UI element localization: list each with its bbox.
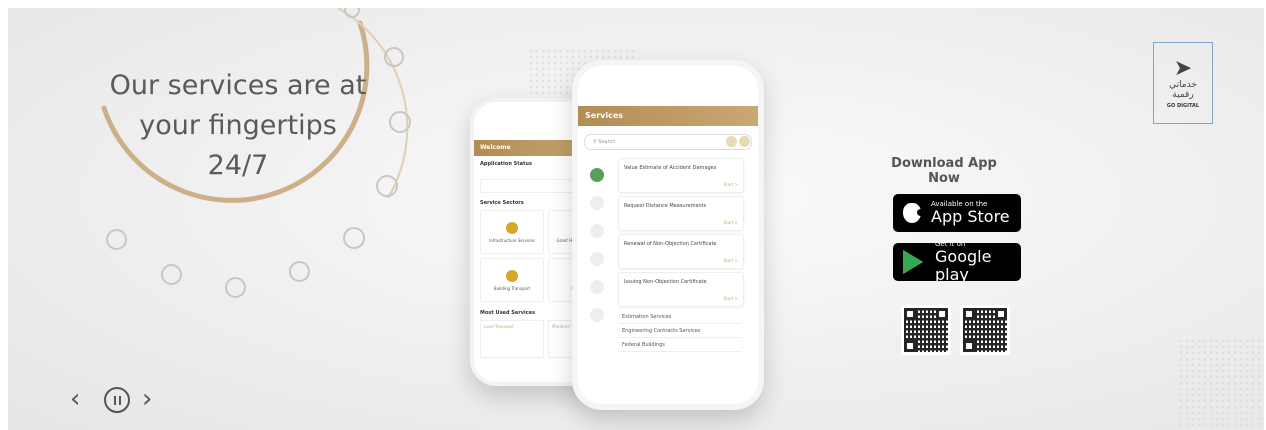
mic-icon[interactable]	[739, 136, 750, 147]
hero-banner: Our services are at your fingertips 24/7…	[8, 8, 1264, 430]
cursor-icon: ➤	[1173, 55, 1193, 81]
phone-header: Services	[578, 106, 758, 126]
category-rail	[586, 168, 608, 336]
dot-pattern-right	[1178, 338, 1264, 428]
service-card[interactable]: Value Estimate of Accident Damages Start …	[618, 158, 744, 193]
service-title: Value Estimate of Accident Damages	[624, 165, 717, 171]
hero-headline: Our services are at your fingertips 24/7	[98, 66, 378, 186]
app-store-button[interactable]: Available on the App Store	[893, 194, 1021, 232]
start-link[interactable]: Start >	[724, 182, 738, 187]
service-card[interactable]: Renewal of Non-Objection Certificate Star…	[618, 234, 744, 269]
service-section[interactable]: Estimation Services	[618, 310, 742, 324]
service-section[interactable]: Engineering Contracts Services	[618, 324, 742, 338]
phone-mockup-front: Services ⚲ Search Value Estimate of Acci…	[572, 60, 764, 410]
logo-arabic: خدماتي	[1169, 79, 1197, 90]
most-used-label: Land Transport	[484, 324, 514, 329]
qr-code-google-play[interactable]	[960, 305, 1010, 355]
search-icon: ⚲	[593, 139, 597, 145]
logo-arabic: رقمية	[1172, 89, 1194, 100]
decorative-ring	[289, 261, 310, 282]
decorative-ring	[384, 47, 404, 67]
service-section[interactable]: Federal Buildings	[618, 338, 742, 352]
chevron-left-icon[interactable]: ‹	[70, 386, 80, 412]
most-used-card[interactable]: Land Transport	[480, 320, 544, 358]
service-title: Request Distance Measurements	[624, 203, 707, 209]
decorative-ring	[106, 229, 127, 250]
headline-line: 24/7	[207, 150, 269, 181]
grid-icon[interactable]	[726, 136, 737, 147]
decorative-ring	[389, 111, 411, 133]
pause-icon[interactable]	[104, 387, 130, 413]
start-link[interactable]: Start >	[724, 220, 738, 225]
decorative-ring	[225, 277, 246, 298]
app-store-big: App Store	[931, 207, 1010, 226]
google-play-big: Google play	[935, 247, 992, 284]
category-icon[interactable]	[590, 252, 604, 266]
logo-english: GO DIGITAL	[1166, 102, 1200, 109]
decorative-ring	[343, 227, 365, 249]
sector-label: Building Transport	[493, 285, 531, 291]
sector-tile[interactable]: Building Transport	[480, 258, 544, 302]
headline-line: your fingertips	[139, 110, 337, 141]
category-icon[interactable]	[590, 168, 604, 182]
sector-tile[interactable]: Infrastructure Services	[480, 210, 544, 254]
headline-line: Our services are at	[109, 70, 367, 101]
google-play-icon	[903, 250, 923, 274]
search-placeholder: Search	[598, 139, 616, 145]
download-title: Download App Now	[891, 156, 997, 186]
apple-icon	[903, 203, 924, 223]
category-icon[interactable]	[590, 308, 604, 322]
category-icon[interactable]	[590, 196, 604, 210]
google-play-button[interactable]: Get it on Google play	[893, 240, 1021, 284]
go-digital-logo: ➤ خدماتي رقمية GO DIGITAL	[1153, 42, 1213, 124]
start-link[interactable]: Start >	[724, 296, 738, 301]
service-card[interactable]: Request Distance Measurements Start >	[618, 196, 744, 231]
start-link[interactable]: Start >	[724, 258, 738, 263]
services-search[interactable]: ⚲ Search	[584, 134, 752, 150]
decorative-ring	[376, 175, 398, 197]
service-card[interactable]: Issuing Non-Objection Certificate Start >	[618, 272, 744, 307]
service-title: Renewal of Non-Objection Certificate	[624, 241, 717, 247]
service-title: Issuing Non-Objection Certificate	[624, 279, 707, 285]
qr-code-app-store[interactable]	[901, 305, 951, 355]
category-icon[interactable]	[590, 224, 604, 238]
sector-label: Infrastructure Services	[489, 237, 535, 243]
category-icon[interactable]	[590, 280, 604, 294]
decorative-ring	[161, 264, 182, 285]
chevron-right-icon[interactable]: ›	[142, 386, 152, 412]
